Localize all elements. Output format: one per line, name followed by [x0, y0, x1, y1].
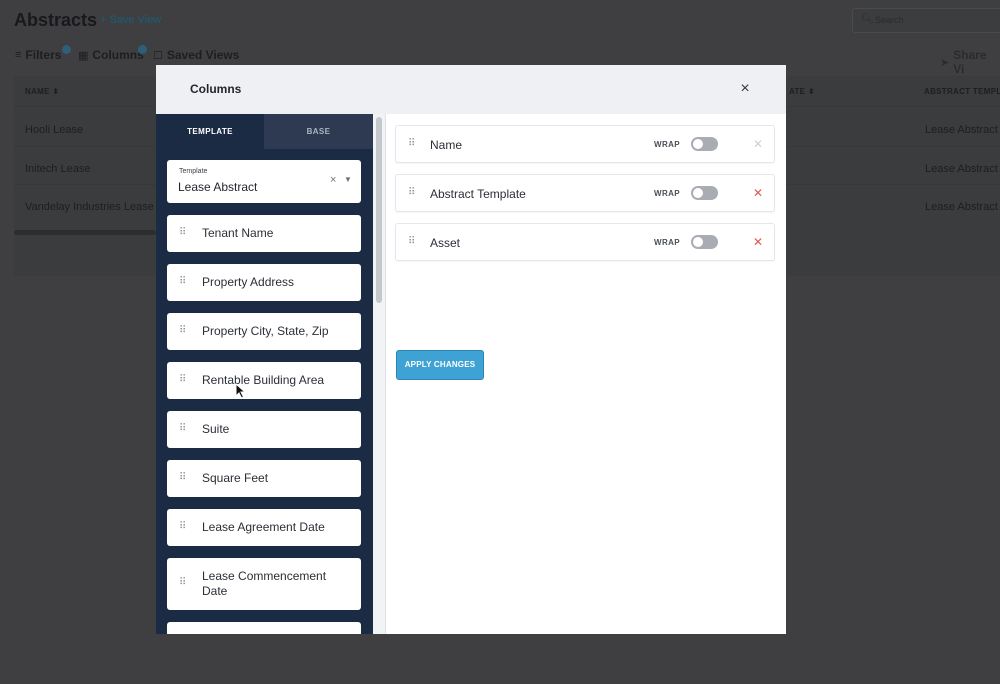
field-item-property-address[interactable]: ⠿ Property Address [167, 264, 361, 301]
drag-handle-icon[interactable]: ⠿ [179, 423, 186, 434]
drag-handle-icon[interactable]: ⠿ [179, 374, 186, 385]
field-item-property-city-state-zip[interactable]: ⠿ Property City, State, Zip [167, 313, 361, 350]
columns-button[interactable]: ▦ Columns [78, 45, 147, 62]
field-item-label: Lease Commencement Date [202, 569, 327, 598]
selected-column-label: Asset [430, 236, 461, 250]
drag-handle-icon[interactable]: ⠿ [408, 187, 415, 198]
saved-views-button[interactable]: ☐ Saved Views [153, 48, 239, 62]
drag-handle-icon[interactable]: ⠿ [408, 236, 415, 247]
drag-handle-icon[interactable]: ⠿ [179, 276, 186, 287]
field-item-square-feet[interactable]: ⠿ Square Feet [167, 460, 361, 497]
drag-handle-icon[interactable]: ⠿ [179, 325, 186, 336]
clear-icon[interactable]: × [330, 174, 336, 186]
filters-label: Filters [25, 48, 62, 62]
field-item-label: Property Address [202, 275, 295, 289]
columns-label: Columns [92, 48, 144, 62]
drag-handle-icon[interactable]: ⠿ [179, 227, 186, 238]
modal-header: Columns × [156, 65, 786, 114]
wrap-toggle[interactable] [691, 186, 718, 200]
wrap-toggle[interactable] [691, 235, 718, 249]
filters-button[interactable]: ≡ Filters [15, 45, 71, 62]
drag-handle-icon[interactable]: ⠿ [179, 472, 186, 483]
field-item-label: Square Feet [202, 471, 269, 485]
table-horizontal-scrollbar[interactable] [14, 230, 156, 235]
drag-handle-icon[interactable]: ⠿ [408, 138, 415, 149]
toggle-knob [693, 188, 703, 198]
share-view-label: Share Vi [953, 48, 987, 76]
remove-icon: ✕ [752, 137, 764, 151]
filter-icon: ≡ [15, 49, 22, 61]
field-item-partial[interactable] [167, 622, 361, 634]
drag-handle-icon[interactable]: ⠿ [179, 577, 186, 588]
chevron-down-icon[interactable]: ▼ [344, 175, 352, 184]
bookmark-icon: ☐ [153, 49, 163, 62]
page-title: Abstracts [14, 10, 98, 30]
close-icon[interactable]: × [734, 78, 756, 100]
drag-handle-icon[interactable]: ⠿ [179, 521, 186, 532]
wrap-label: WRAP [654, 238, 681, 247]
saved-views-label: Saved Views [166, 48, 240, 62]
table-cell-template[interactable]: Lease Abstract [925, 124, 998, 136]
fields-scrollbar-thumb[interactable] [376, 117, 382, 303]
send-icon: ➤ [940, 56, 950, 69]
selected-column-label: Abstract Template [430, 187, 526, 201]
table-cell-template[interactable]: Lease Abstract [925, 163, 998, 175]
selected-columns-panel: ⠿ Name WRAP ✕ ⠿ Abstract Template WRAP ✕… [386, 114, 786, 634]
selected-column-name: ⠿ Name WRAP ✕ [395, 125, 775, 163]
share-view-button[interactable]: ➤ Share Vi [940, 48, 1000, 76]
table-cell-template[interactable]: Lease Abstract [925, 201, 998, 213]
toggle-knob [693, 237, 703, 247]
field-item-label: Rentable Building Area [202, 373, 325, 387]
column-header-name[interactable]: NAME ⬍ [25, 87, 59, 96]
template-select-value: Lease Abstract [178, 180, 258, 194]
remove-icon[interactable]: ✕ [751, 234, 765, 250]
field-item-label: Suite [202, 422, 230, 436]
mouse-cursor-icon [235, 383, 247, 399]
field-item-label: Property City, State, Zip [202, 324, 329, 338]
wrap-label: WRAP [654, 140, 681, 149]
search-placeholder: Search [875, 15, 904, 25]
column-header-abstract-template[interactable]: ABSTRACT TEMPLA [924, 87, 1000, 96]
save-view-link[interactable]: + Save View [100, 14, 161, 26]
table-cell-name[interactable]: Initech Lease [25, 163, 90, 175]
table-cell-name[interactable]: Hooli Lease [25, 124, 83, 136]
selected-column-abstract-template: ⠿ Abstract Template WRAP ✕ [395, 174, 775, 212]
table-cell-name[interactable]: Vandelay Industries Lease [25, 201, 154, 213]
columns-modal: Columns × TEMPLATE BASE Template Lease A… [156, 65, 786, 634]
field-item-label: Lease Agreement Date [202, 520, 325, 534]
field-item-rentable-building-area[interactable]: ⠿ Rentable Building Area [167, 362, 361, 399]
available-fields-panel: TEMPLATE BASE Template Lease Abstract × … [156, 114, 373, 634]
wrap-toggle[interactable] [691, 137, 718, 151]
field-item-lease-commencement-date[interactable]: ⠿ Lease Commencement Date [167, 558, 361, 610]
field-item-lease-agreement-date[interactable]: ⠿ Lease Agreement Date [167, 509, 361, 546]
field-item-tenant-name[interactable]: ⠿ Tenant Name [167, 215, 361, 252]
toggle-knob [693, 139, 703, 149]
tab-base[interactable]: BASE [264, 114, 373, 149]
tab-template[interactable]: TEMPLATE [156, 114, 264, 149]
columns-icon: ▦ [78, 49, 89, 62]
filters-badge [62, 45, 71, 54]
field-source-tabs: TEMPLATE BASE [156, 114, 373, 149]
selected-column-label: Name [430, 138, 463, 152]
wrap-label: WRAP [654, 189, 681, 198]
page-header: Abstracts + Save View 🔍︎ Search [0, 0, 1000, 40]
template-select[interactable]: Template Lease Abstract × ▼ [167, 160, 361, 203]
remove-icon[interactable]: ✕ [751, 185, 765, 201]
apply-changes-button[interactable]: APPLY CHANGES [396, 350, 484, 380]
field-item-label: Tenant Name [202, 226, 274, 240]
search-input[interactable]: 🔍︎ Search [852, 8, 1000, 33]
modal-title: Columns [190, 82, 242, 96]
selected-column-asset: ⠿ Asset WRAP ✕ [395, 223, 775, 261]
template-select-label: Template [179, 168, 208, 175]
search-icon: 🔍︎ [861, 14, 874, 25]
columns-badge [138, 45, 147, 54]
field-item-suite[interactable]: ⠿ Suite [167, 411, 361, 448]
column-header-date[interactable]: ATE ⬍ [789, 87, 815, 96]
fields-scrollbar[interactable] [373, 114, 385, 634]
